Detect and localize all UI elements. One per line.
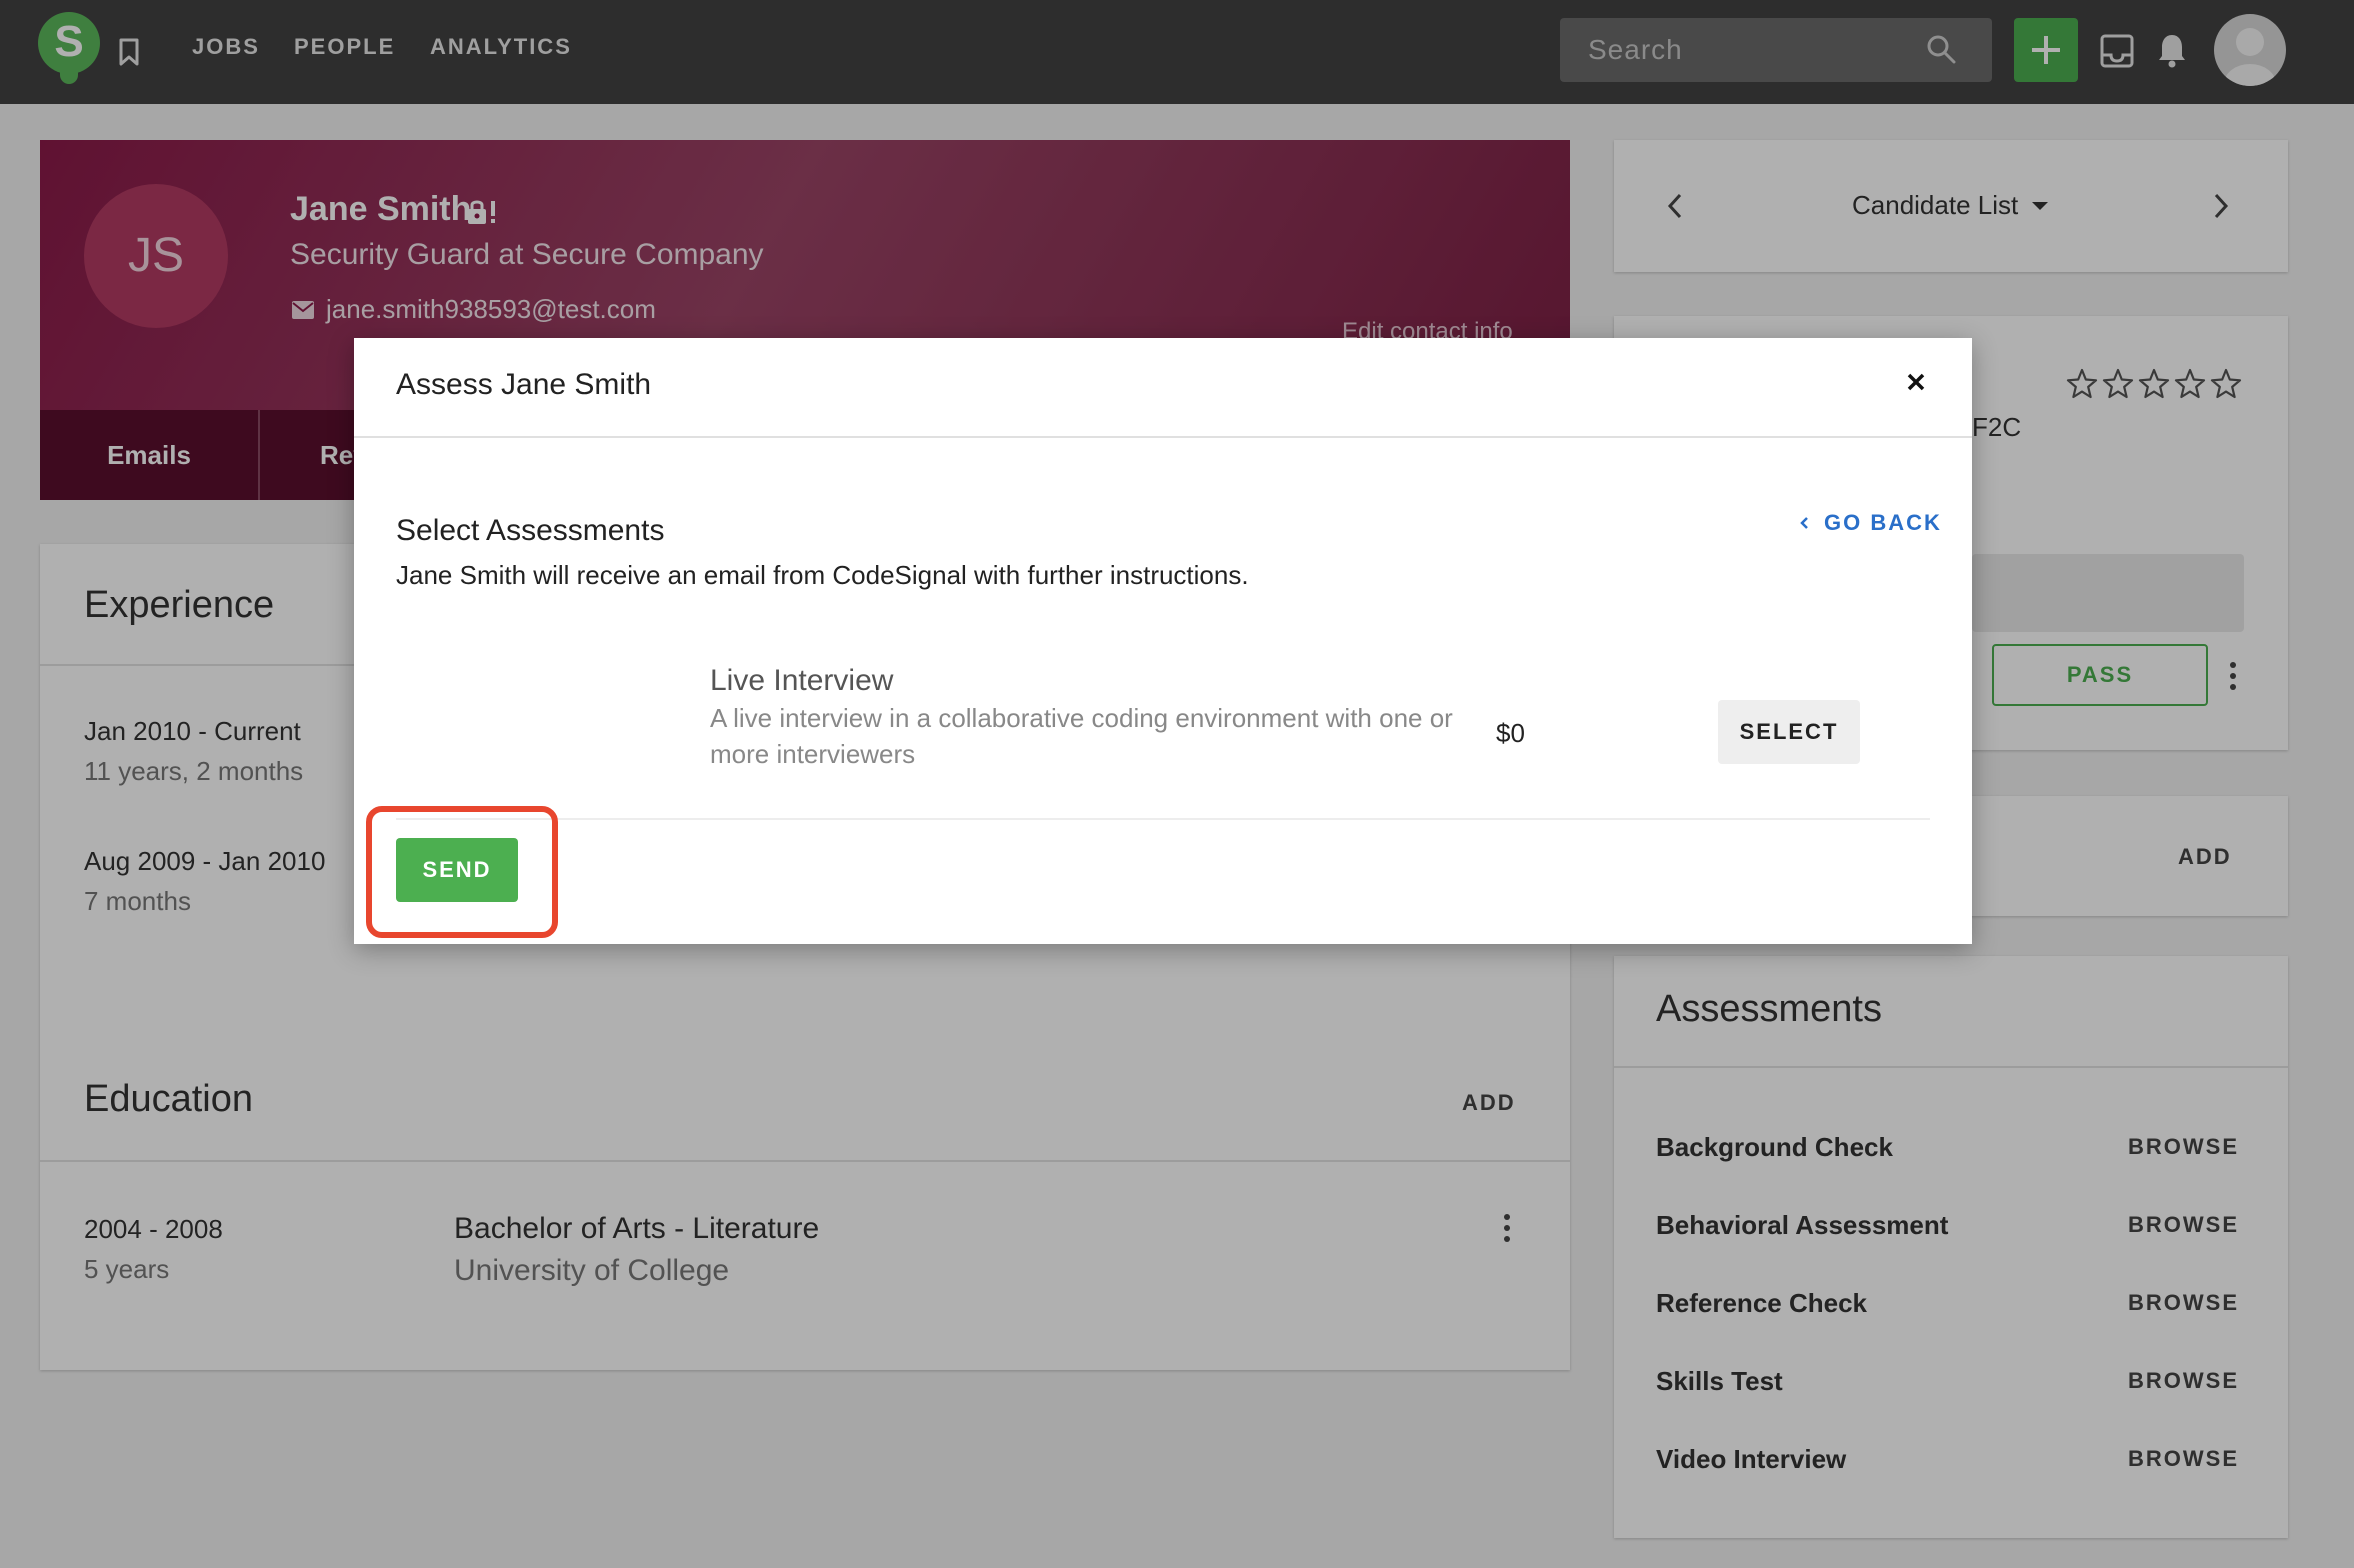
select-assessments-heading: Select Assessments	[396, 514, 665, 547]
modal-footer-divider	[396, 818, 1930, 820]
send-button-highlight	[366, 806, 558, 938]
select-assessment-button[interactable]: SELECT	[1718, 700, 1860, 764]
assessment-item-price: $0	[1496, 718, 1525, 748]
assessment-item-description: A live interview in a collaborative codi…	[710, 703, 1453, 769]
select-assessments-description: Jane Smith will receive an email from Co…	[396, 560, 1249, 590]
modal-divider	[354, 436, 1972, 438]
close-icon[interactable]	[1902, 368, 1930, 396]
modal-title: Assess Jane Smith	[396, 368, 652, 401]
assessment-item-title: Live Interview	[710, 664, 894, 697]
assess-modal: Assess Jane Smith GO BACK Select Assessm…	[354, 338, 1972, 944]
go-back-button[interactable]: GO BACK	[1824, 510, 1942, 536]
chevron-left-icon	[1800, 517, 1808, 529]
